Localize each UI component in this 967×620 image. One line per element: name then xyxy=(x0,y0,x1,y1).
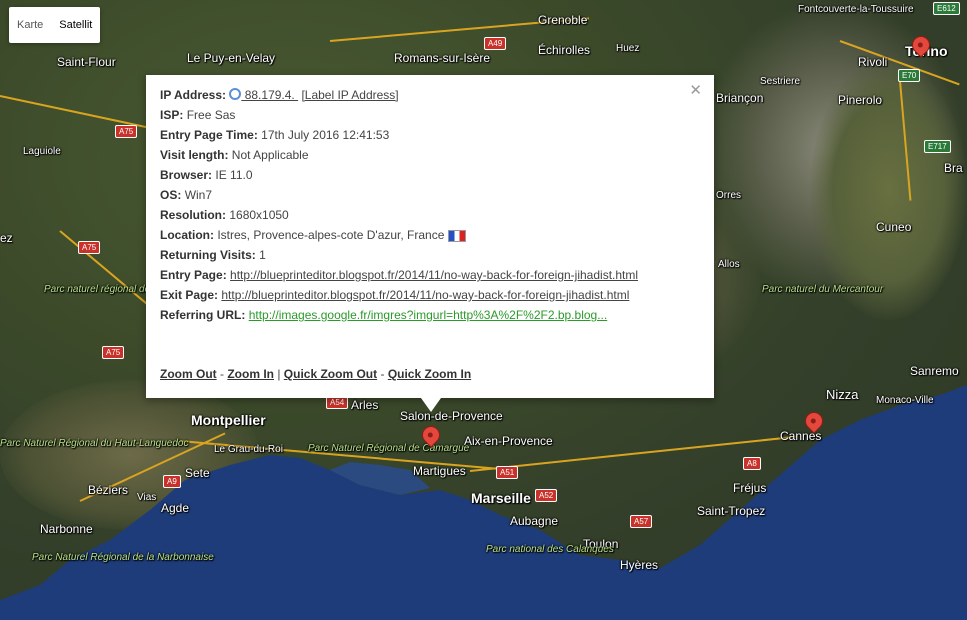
place-label: Cuneo xyxy=(876,220,912,234)
os-value: Win7 xyxy=(184,188,213,202)
road-shield: A57 xyxy=(630,515,653,528)
place-label: Montpellier xyxy=(191,412,266,428)
road-shield: E612 xyxy=(933,2,960,15)
ip-label: IP Address: xyxy=(160,88,227,102)
france-flag-icon xyxy=(447,229,466,242)
zoom-out-link[interactable]: Zoom Out xyxy=(160,367,217,381)
referring-label: Referring URL: xyxy=(160,308,246,322)
place-label: Monaco-Ville xyxy=(876,395,934,406)
place-label: Arles xyxy=(351,398,379,412)
place-label: Vias xyxy=(137,492,157,503)
isp-label: ISP: xyxy=(160,108,184,122)
map-type-karte-button[interactable]: Karte xyxy=(9,7,51,43)
road-shield: A51 xyxy=(496,466,519,479)
place-label: Nizza xyxy=(826,387,859,402)
label-ip-link[interactable]: [Label IP Address] xyxy=(301,88,398,102)
returning-label: Returning Visits: xyxy=(160,248,256,262)
close-icon[interactable]: ✕ xyxy=(689,81,702,99)
park-label: Parc naturel du Mercantour xyxy=(762,284,884,295)
road-shield: E717 xyxy=(924,140,951,153)
place-label: Briançon xyxy=(716,91,764,105)
quick-zoom-out-link[interactable]: Quick Zoom Out xyxy=(284,367,377,381)
place-label: Pinerolo xyxy=(838,93,883,107)
referring-url-link[interactable]: http://images.google.fr/imgres?imgurl=ht… xyxy=(249,308,608,322)
place-label: ez xyxy=(0,231,13,245)
place-label: Allos xyxy=(718,259,740,270)
location-label: Location: xyxy=(160,228,214,242)
place-label: Fréjus xyxy=(733,481,767,495)
place-label: Bra xyxy=(944,161,963,175)
place-label: Saint-Tropez xyxy=(697,504,766,518)
place-label: Grenoble xyxy=(538,13,588,27)
road-shield: A75 xyxy=(102,346,125,359)
exit-page-link[interactable]: http://blueprinteditor.blogspot.fr/2014/… xyxy=(221,288,629,302)
place-label: Sestriere xyxy=(760,76,801,87)
park-label: Parc Naturel Régional du Haut-Languedoc xyxy=(0,438,188,449)
exit-page-label: Exit Page: xyxy=(160,288,219,302)
place-label: Saint-Flour xyxy=(57,55,116,69)
resolution-value: 1680x1050 xyxy=(229,208,289,222)
zoom-links: Zoom Out - Zoom In | Quick Zoom Out - Qu… xyxy=(160,367,471,381)
place-label: Aix-en-Provence xyxy=(464,434,553,448)
os-label: OS: xyxy=(160,188,182,202)
separator: - xyxy=(377,367,388,381)
park-label: Parc Naturel Régional de la Narbonnaise xyxy=(32,552,214,563)
place-label: Narbonne xyxy=(40,522,93,536)
road-shield: A52 xyxy=(535,489,558,502)
road-shield: A75 xyxy=(115,125,138,138)
place-label: Le Grau-du-Roi xyxy=(214,444,283,455)
place-label: Huez xyxy=(616,43,640,54)
separator: | xyxy=(274,367,284,381)
place-label: Orres xyxy=(716,190,741,201)
entry-time-value: 17th July 2016 12:41:53 xyxy=(261,128,390,142)
place-label: Rivoli xyxy=(858,55,888,69)
park-label: Parc Naturel Régional de Camargue xyxy=(308,443,470,454)
visit-length-value: Not Applicable xyxy=(231,148,309,162)
place-label: Le Puy-en-Velay xyxy=(187,51,276,65)
place-label: Sanremo xyxy=(910,364,959,378)
isp-value: Free Sas xyxy=(186,108,236,122)
place-label: Salon-de-Provence xyxy=(400,409,503,423)
quick-zoom-in-link[interactable]: Quick Zoom In xyxy=(388,367,471,381)
park-label: Parc national des Calanques xyxy=(486,544,614,555)
location-value: Istres, Provence-alpes-cote D'azur, Fran… xyxy=(217,228,445,242)
map-type-control: Karte Satellit xyxy=(9,7,101,43)
browser-value: IE 11.0 xyxy=(215,168,253,182)
place-label: Béziers xyxy=(88,483,129,497)
place-label: Marseille xyxy=(471,490,531,506)
browser-label: Browser: xyxy=(160,168,213,182)
zoom-in-link[interactable]: Zoom In xyxy=(227,367,274,381)
visit-length-label: Visit length: xyxy=(160,148,229,162)
road-shield: A49 xyxy=(484,37,507,50)
road-shield: A8 xyxy=(743,457,761,470)
returning-value: 1 xyxy=(259,248,266,262)
ip-address-link[interactable]: 88.179.4. xyxy=(241,88,298,102)
magnifier-icon[interactable] xyxy=(229,88,242,100)
place-label: Romans-sur-Isère xyxy=(394,51,491,65)
road-shield: A75 xyxy=(78,241,101,254)
place-label: Hyères xyxy=(620,558,659,572)
map-type-satellit-button[interactable]: Satellit xyxy=(51,7,100,43)
place-label: Sete xyxy=(185,466,210,480)
place-label: Aubagne xyxy=(510,514,559,528)
road-shield: E70 xyxy=(898,69,921,82)
place-label: Laguiole xyxy=(23,146,61,157)
place-label: Échirolles xyxy=(538,43,591,57)
place-label: Agde xyxy=(161,501,190,515)
entry-time-label: Entry Page Time: xyxy=(160,128,258,142)
place-label: Martigues xyxy=(413,464,466,478)
entry-page-label: Entry Page: xyxy=(160,268,227,282)
place-label: Fontcouverte-la-Toussuire xyxy=(798,4,914,15)
park-label: Parc naturel régional des Grands Causses xyxy=(44,284,233,295)
road-shield: A9 xyxy=(163,475,181,488)
resolution-label: Resolution: xyxy=(160,208,226,222)
ip-row: IP Address: 88.179.4. [Label IP Address] xyxy=(160,87,638,107)
entry-page-link[interactable]: http://blueprinteditor.blogspot.fr/2014/… xyxy=(230,268,638,282)
separator: - xyxy=(216,367,228,381)
visitor-info-popup: ✕ IP Address: 88.179.4. [Label IP Addres… xyxy=(146,75,714,412)
